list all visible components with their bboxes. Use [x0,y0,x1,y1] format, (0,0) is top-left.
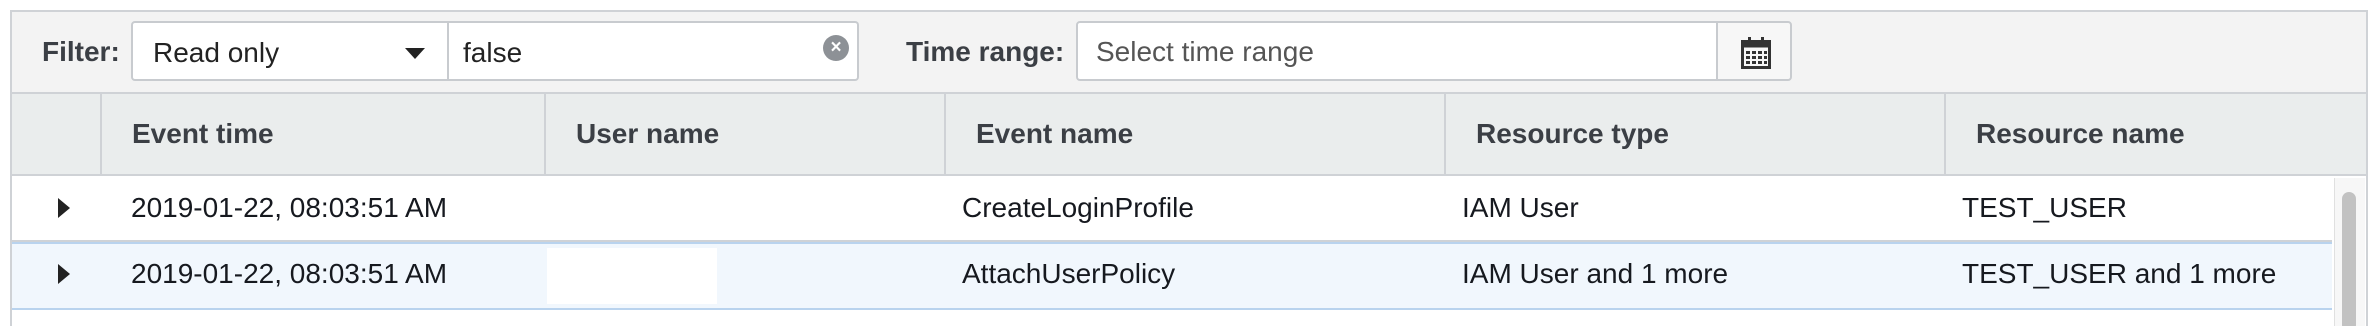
calendar-icon [1741,37,1771,69]
scrollbar-thumb[interactable] [2342,192,2356,326]
column-header-event-name[interactable]: Event name [944,94,1444,174]
redaction-mask [547,248,717,304]
expand-row-icon[interactable] [58,264,70,284]
time-range-input[interactable] [1076,21,1718,81]
caret-down-icon [405,48,425,59]
filter-label: Filter: [42,36,120,67]
resource-type-cell: IAM User [1462,192,1579,223]
resource-name-cell: TEST_USER [1962,192,2127,223]
filter-attribute-select[interactable]: Read only [131,21,449,81]
time-range-field[interactable] [1096,35,1696,69]
calendar-button[interactable] [1716,21,1792,81]
event-name-cell: CreateLoginProfile [962,192,1194,223]
resource-type-cell: IAM User and 1 more [1462,258,1729,289]
column-header-label: Resource type [1476,118,1669,149]
column-header-resource-type[interactable]: Resource type [1444,94,1944,174]
event-history-panel: Filter: Read only false × Time range: Se… [10,10,2368,326]
filter-value-input[interactable]: false × [449,21,859,81]
table-row[interactable]: 2019-01-22, 08:03:51 AM CreateLoginProfi… [12,176,2332,242]
event-time-cell: 2019-01-22, 08:03:51 AM [131,258,448,289]
event-time-cell: 2019-01-22, 08:03:51 AM [131,192,448,223]
column-header-user-name[interactable]: User name [544,94,944,174]
column-header-label: Event time [132,118,274,149]
table-row[interactable]: 2019-01-22, 08:03:51 AM AttachUserPolicy… [12,242,2332,310]
filter-attribute-value: Read only [153,37,280,68]
column-header-resource-name[interactable]: Resource name [1944,94,2366,174]
clear-icon[interactable]: × [823,35,849,61]
column-header-label: Resource name [1976,118,2185,149]
filter-value-text: false [463,37,523,68]
expand-row-icon[interactable] [58,198,70,218]
column-header-event-time[interactable]: Event time [100,94,544,174]
resource-name-cell: TEST_USER and 1 more [1962,258,2277,289]
time-range-label: Time range: [906,36,1065,67]
table-header: Event time User name Event name Resource… [12,94,2366,176]
column-header-label: Event name [976,118,1134,149]
column-header-label: User name [576,118,720,149]
event-name-cell: AttachUserPolicy [962,258,1176,289]
filter-toolbar: Filter: Read only false × Time range: [12,12,2366,94]
